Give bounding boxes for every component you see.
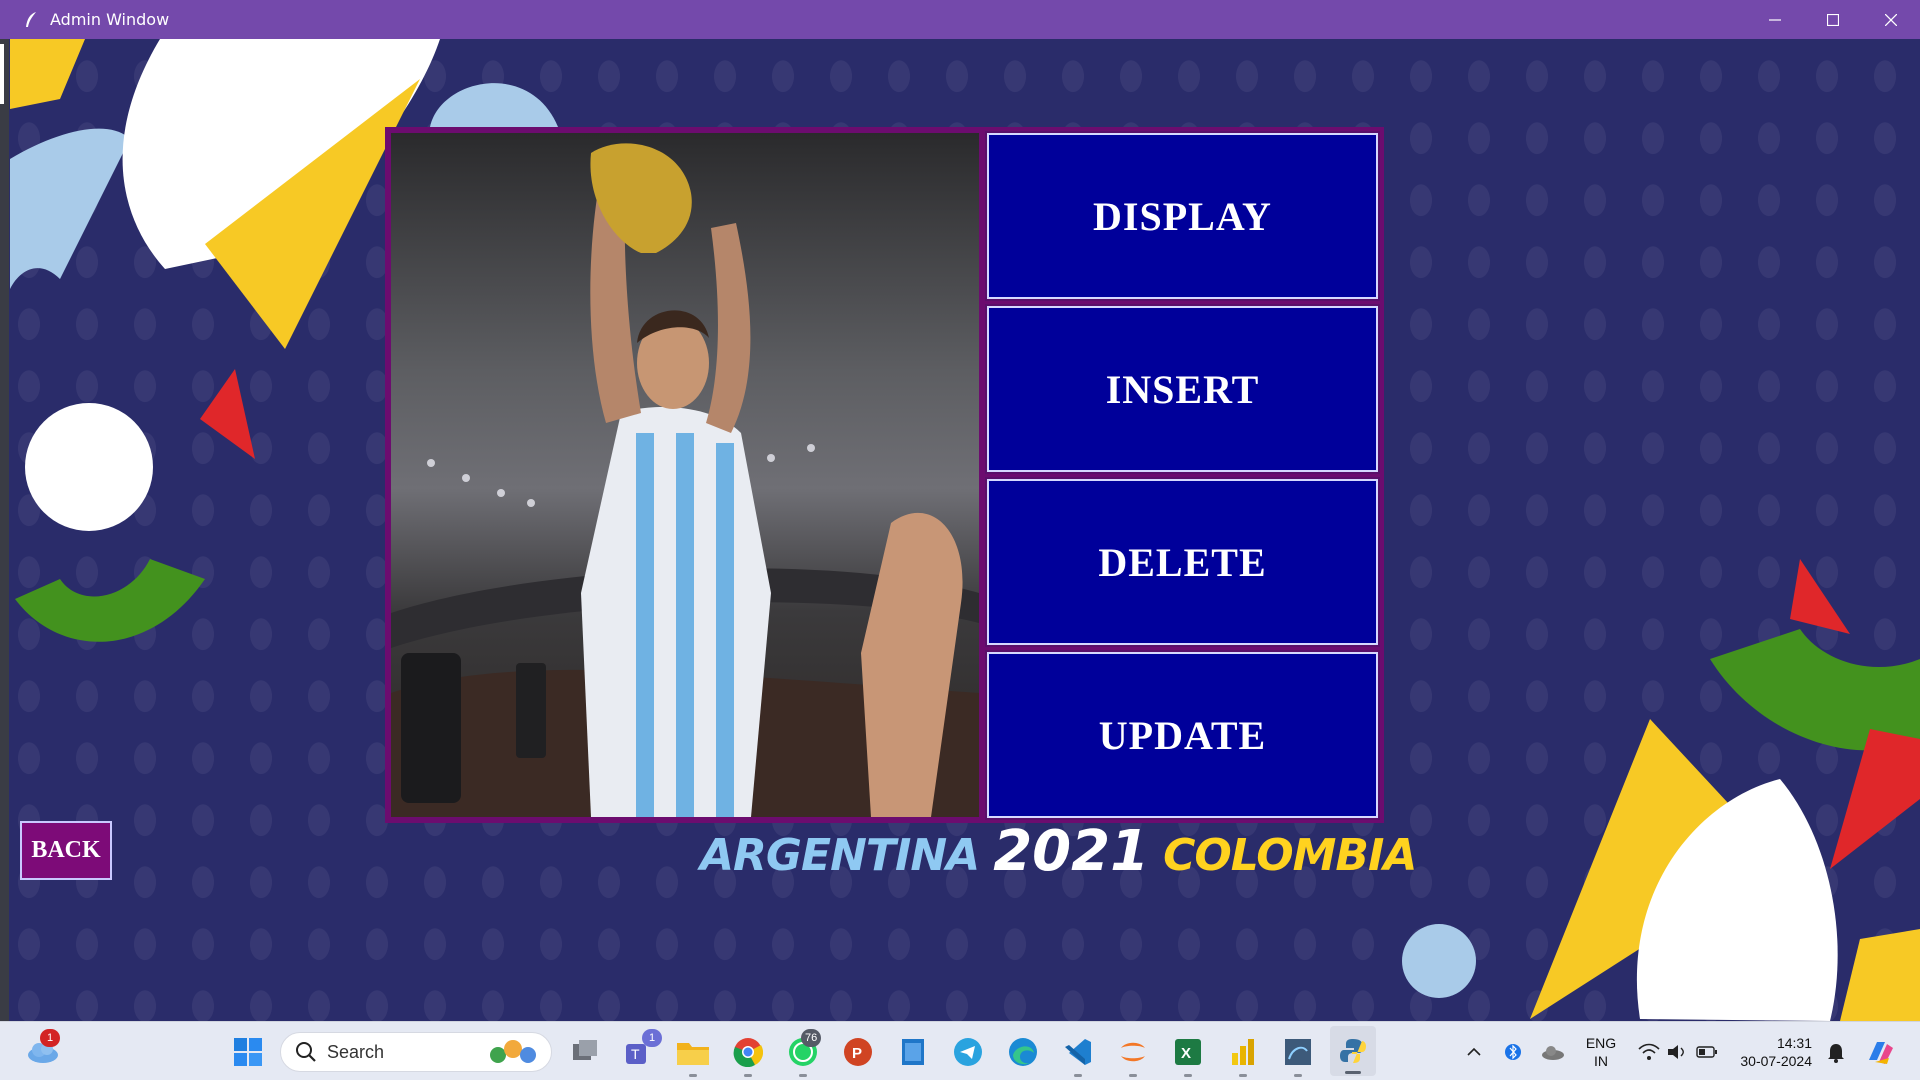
jupyter-icon: [1121, 1042, 1145, 1061]
notifications-button[interactable]: [1822, 1022, 1850, 1080]
display-label: DISPLAY: [1093, 193, 1272, 239]
battery-tray[interactable]: [1694, 1022, 1720, 1080]
jupyter-button[interactable]: [1113, 1022, 1153, 1080]
volume-tray[interactable]: [1664, 1022, 1690, 1080]
admin-menu-panel: DISPLAY INSERT DELETE UPDATE: [385, 127, 1384, 823]
chevron-up-icon: [1467, 1047, 1481, 1056]
battery-icon: [1696, 1045, 1717, 1058]
start-button[interactable]: [228, 1022, 268, 1080]
onedrive-cloud-icon: [1542, 1045, 1564, 1060]
mysql-workbench-button[interactable]: [1278, 1022, 1318, 1080]
vscode-button[interactable]: [1058, 1022, 1098, 1080]
whatsapp-badge: 76: [801, 1029, 822, 1047]
taskbar: 1 Search T 1 76 P X ENG IN 14:31 30-07-2…: [0, 1021, 1920, 1080]
update-button[interactable]: UPDATE: [985, 650, 1380, 820]
vscode-icon: [1065, 1038, 1091, 1065]
back-button[interactable]: BACK: [20, 821, 112, 880]
powerpoint-icon: P: [844, 1037, 872, 1066]
clock[interactable]: 14:31 30-07-2024: [1732, 1022, 1812, 1080]
maximize-icon: [1827, 13, 1839, 26]
telegram-icon: [954, 1037, 982, 1066]
edge-icon: [1009, 1037, 1037, 1066]
notepad-icon: [902, 1038, 924, 1065]
tournament-logo: ARGENTINA 2021 COLOMBIA: [700, 819, 1417, 889]
search-icon: [296, 1042, 316, 1062]
python-app-button[interactable]: [1330, 1026, 1376, 1076]
lang-line1: ENG: [1585, 1034, 1617, 1051]
copilot-icon: [1869, 1041, 1893, 1064]
minimize-icon: [1769, 18, 1781, 21]
title-bar: Admin Window: [0, 0, 1920, 39]
wifi-tray[interactable]: [1636, 1022, 1662, 1080]
telegram-button[interactable]: [948, 1022, 988, 1080]
svg-text:P: P: [852, 1045, 862, 1062]
app-canvas: DISPLAY INSERT DELETE UPDATE BACK ARGENT…: [0, 39, 1920, 1021]
clock-time: 14:31: [1776, 1034, 1812, 1051]
bluetooth-tray[interactable]: [1500, 1022, 1526, 1080]
minimize-button[interactable]: [1746, 0, 1804, 39]
insert-button[interactable]: INSERT: [985, 304, 1380, 474]
volume-icon: [1668, 1044, 1684, 1059]
show-hidden-icons-button[interactable]: [1460, 1022, 1488, 1080]
excel-button[interactable]: X: [1168, 1022, 1208, 1080]
windows-start-icon: [234, 1037, 262, 1066]
search-placeholder: Search: [327, 1041, 385, 1062]
bluetooth-icon: [1505, 1043, 1521, 1060]
svg-text:X: X: [1181, 1045, 1191, 1062]
clock-date: 30-07-2024: [1740, 1052, 1812, 1069]
python-icon: [1340, 1039, 1366, 1063]
file-explorer-icon: [677, 1042, 709, 1065]
power-bi-icon: [1232, 1038, 1254, 1065]
logo-argentina: ARGENTINA: [700, 830, 980, 881]
excel-icon: X: [1175, 1038, 1201, 1065]
logo-colombia: COLOMBIA: [1163, 830, 1417, 881]
delete-button[interactable]: DELETE: [985, 477, 1380, 647]
bell-icon: [1828, 1043, 1844, 1063]
mysql-workbench-icon: [1285, 1038, 1311, 1065]
task-view-icon: [573, 1039, 597, 1060]
delete-label: DELETE: [1098, 539, 1267, 585]
display-button[interactable]: DISPLAY: [985, 131, 1380, 301]
onedrive-tray[interactable]: [1538, 1022, 1568, 1080]
feather-icon: [22, 11, 40, 29]
taskbar-search[interactable]: Search: [280, 1032, 552, 1072]
logo-year: 2021: [993, 819, 1150, 884]
whatsapp-button[interactable]: 76: [783, 1022, 823, 1080]
lang-line2: IN: [1594, 1052, 1608, 1069]
wifi-icon: [1638, 1043, 1660, 1060]
teams-badge: 1: [642, 1029, 662, 1047]
close-button[interactable]: [1862, 0, 1920, 39]
insert-label: INSERT: [1105, 366, 1260, 412]
copilot-button[interactable]: [1862, 1022, 1898, 1080]
file-explorer-button[interactable]: [673, 1022, 713, 1080]
teams-button[interactable]: T 1: [620, 1022, 662, 1080]
update-label: UPDATE: [1098, 712, 1267, 758]
language-indicator[interactable]: ENG IN: [1580, 1022, 1622, 1080]
back-label: BACK: [31, 837, 101, 863]
notepad-button[interactable]: [893, 1022, 933, 1080]
task-view-button[interactable]: [565, 1022, 605, 1080]
maximize-button[interactable]: [1804, 0, 1862, 39]
weather-badge: 1: [40, 1029, 60, 1047]
close-icon: [1885, 13, 1897, 26]
chrome-button[interactable]: [728, 1022, 768, 1080]
celebration-photo: [391, 133, 979, 817]
powerpoint-button[interactable]: P: [838, 1022, 878, 1080]
search-highlight-icon: [490, 1040, 536, 1063]
chrome-icon: [733, 1037, 763, 1067]
weather-widget[interactable]: 1: [22, 1022, 64, 1080]
edge-button[interactable]: [1003, 1022, 1043, 1080]
power-bi-button[interactable]: [1223, 1022, 1263, 1080]
window-title: Admin Window: [50, 10, 170, 29]
svg-text:T: T: [631, 1046, 640, 1062]
